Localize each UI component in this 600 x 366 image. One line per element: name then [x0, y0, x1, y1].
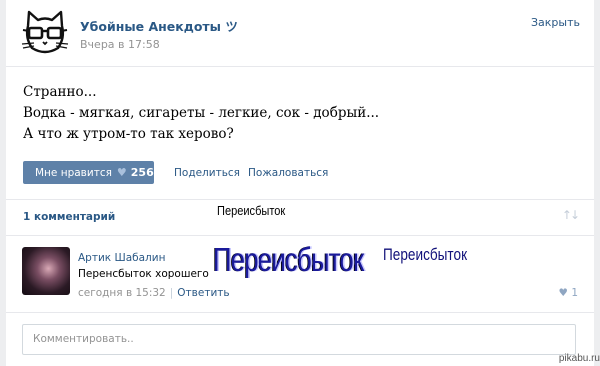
comment-like[interactable]: ♥ 1	[559, 287, 578, 299]
comment-like-count: 1	[571, 287, 578, 299]
comment-meta: сегодня в 15:32 | Ответить	[78, 287, 230, 299]
comments-divider	[6, 235, 594, 236]
comment-author[interactable]: Артик Шабалин	[78, 252, 165, 264]
like-count: 256	[130, 166, 154, 179]
comment-time[interactable]: сегодня в 15:32	[78, 287, 166, 299]
overlay-text-medium: Переисбыток	[383, 245, 468, 264]
overlay-text-large: Переисбыток	[213, 241, 364, 278]
comment-text: Перенсбыток хорошего	[78, 268, 209, 280]
group-name[interactable]: Убойные Анекдоты ツ	[80, 16, 238, 35]
heart-icon: ♥	[116, 166, 127, 179]
post-text-line: А что ж утром-то так херово?	[23, 126, 234, 142]
share-link[interactable]: Поделиться	[174, 167, 240, 179]
like-button[interactable]: Мне нравится ♥ 256	[23, 161, 154, 184]
sort-arrows-icon[interactable]: ↑↓	[562, 208, 580, 222]
post-time[interactable]: Вчера в 17:58	[80, 38, 160, 51]
overlay-text-small: Переисбыток	[217, 203, 286, 218]
report-link[interactable]: Пожаловаться	[248, 167, 328, 179]
actions-divider	[6, 199, 594, 200]
close-button[interactable]: Закрыть	[531, 16, 580, 29]
watermark: pikabu.ru	[558, 353, 600, 364]
cat-glasses-icon	[21, 10, 69, 54]
comment-avatar[interactable]	[22, 247, 70, 295]
comments-count[interactable]: 1 комментарий	[23, 211, 115, 223]
post-text: Странно... Водка - мягкая, сигареты - ле…	[23, 82, 379, 145]
reply-link[interactable]: Ответить	[177, 287, 229, 299]
post-text-line: Странно...	[23, 84, 97, 100]
header-divider	[6, 66, 594, 67]
like-label: Мне нравится	[35, 166, 112, 179]
meta-separator: |	[169, 287, 174, 299]
post-text-line: Водка - мягкая, сигареты - легкие, сок -…	[23, 105, 380, 121]
comment-input[interactable]: Комментировать..	[22, 324, 576, 355]
post-header: Убойные Анекдоты ツ Вчера в 17:58 Закрыть	[20, 8, 580, 58]
heart-icon: ♥	[558, 287, 568, 299]
input-divider	[6, 312, 594, 313]
post-card: Убойные Анекдоты ツ Вчера в 17:58 Закрыть…	[6, 0, 594, 366]
group-avatar[interactable]	[20, 8, 70, 58]
